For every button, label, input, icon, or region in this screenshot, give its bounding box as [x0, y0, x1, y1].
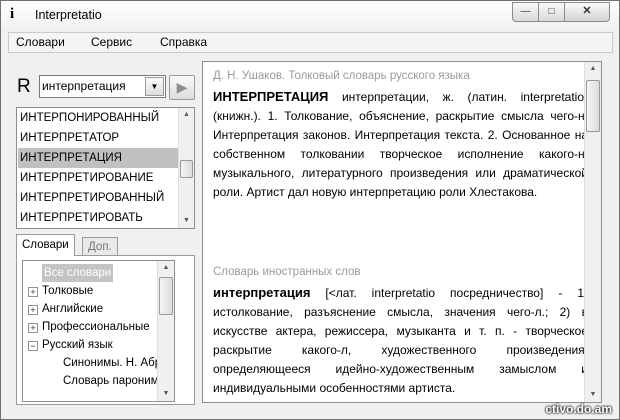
search-input[interactable]	[42, 78, 142, 93]
app-window: i Interpretatio — □ ✕ Словари Сервис Спр…	[0, 0, 620, 420]
word-list: ИНТЕРПОНИРОВАННЫЙ ИНТЕРПРЕТАТОР ИНТЕРПРЕТА…	[16, 107, 195, 229]
minimize-button[interactable]: —	[512, 2, 539, 22]
word-list-item[interactable]: ИНТЕРПРЕТАТОР	[18, 128, 178, 148]
scroll-thumb[interactable]	[180, 160, 193, 178]
menu-dictionaries[interactable]: Словари	[16, 35, 65, 49]
article-scrollbar[interactable]: ▲ ▼	[584, 62, 601, 402]
article-headword: интерпретация	[213, 285, 311, 300]
word-list-scrollbar[interactable]: ▲ ▼	[178, 108, 194, 228]
title-bar[interactable]: i Interpretatio — □ ✕	[1, 1, 619, 30]
tree-scrollbar[interactable]: ▲ ▼	[157, 261, 174, 401]
scroll-up-icon[interactable]: ▲	[585, 62, 601, 76]
dictionary-tree: Все словари + Толковые + Английские + Професси…	[22, 260, 175, 402]
app-icon: i	[10, 6, 15, 22]
word-list-item[interactable]: ИНТЕРПРЕТИРОВАННЫЙ	[18, 188, 178, 208]
scroll-thumb[interactable]	[159, 277, 173, 315]
article-view: Д. Н. Ушаков. Толковый словарь русского …	[202, 61, 602, 403]
tree-node[interactable]: Русский язык	[42, 336, 113, 354]
scroll-down-icon[interactable]: ▼	[158, 387, 174, 401]
scroll-down-icon[interactable]: ▼	[179, 214, 194, 228]
language-letter-icon: R	[17, 76, 31, 97]
tree-expander-icon[interactable]: +	[28, 287, 38, 297]
tree-node[interactable]: Толковые	[42, 282, 93, 300]
tab-dictionaries[interactable]: Словари	[16, 234, 75, 256]
word-list-item[interactable]: ИНТЕРПРЕТИРОВАНИЕ	[18, 168, 178, 188]
dropdown-arrow-icon[interactable]: ▼	[145, 77, 164, 96]
article-entry: интерпретация [<лат. interpretatio посре…	[213, 283, 588, 398]
tree-expander-icon[interactable]: +	[28, 323, 38, 333]
scroll-up-icon[interactable]: ▲	[158, 261, 174, 275]
article-entry: ИНТЕРПРЕТАЦИЯ интерпретации, ж. (латин. …	[213, 87, 588, 202]
menu-service[interactable]: Сервис	[91, 35, 132, 49]
article-headword: ИНТЕРПРЕТАЦИЯ	[213, 89, 329, 104]
tree-node[interactable]: Английские	[42, 300, 103, 318]
tree-node[interactable]: Профессиональные	[42, 318, 150, 336]
word-list-item[interactable]: ИНТЕРПРЕТИРОВАТЬ	[18, 208, 178, 228]
close-button[interactable]: ✕	[564, 2, 610, 22]
article-body: [<лат. interpretatio посредничество] - 1…	[213, 286, 588, 395]
watermark: ctivo.do.am	[545, 402, 612, 416]
search-combobox[interactable]: ▼	[39, 75, 166, 98]
go-button[interactable]: ▶	[169, 75, 195, 100]
window-title: Interpretatio	[35, 8, 102, 22]
tree-node[interactable]: Синонимы. Н. Абра	[63, 354, 168, 372]
scroll-thumb[interactable]	[586, 80, 600, 132]
menu-bar: Словари Сервис Справка	[8, 32, 613, 53]
tab-extra[interactable]: Доп.	[82, 237, 118, 257]
article-body: интерпретации, ж. (латин. interpretatio)…	[213, 90, 588, 199]
tab-panel: Все словари + Толковые + Английские + Професси…	[16, 255, 195, 405]
article-source: Д. Н. Ушаков. Толковый словарь русского …	[213, 70, 470, 82]
tree-expander-icon[interactable]: +	[28, 305, 38, 315]
tree-expander-icon[interactable]: −	[28, 341, 38, 351]
maximize-button[interactable]: □	[538, 2, 565, 22]
word-list-item[interactable]: ИНТЕРПРЕТАЦИЯ	[18, 148, 178, 168]
scroll-up-icon[interactable]: ▲	[179, 108, 194, 122]
scroll-down-icon[interactable]: ▼	[585, 388, 601, 402]
tree-node[interactable]: Словарь паронимов	[63, 372, 171, 390]
tab-bar: Словари Доп.	[16, 234, 193, 257]
tree-node[interactable]: Все словари	[42, 264, 114, 282]
menu-help[interactable]: Справка	[160, 35, 207, 49]
word-list-item[interactable]: ИНТЕРПОНИРОВАННЫЙ	[18, 108, 178, 128]
article-source: Словарь иностранных слов	[213, 266, 361, 278]
